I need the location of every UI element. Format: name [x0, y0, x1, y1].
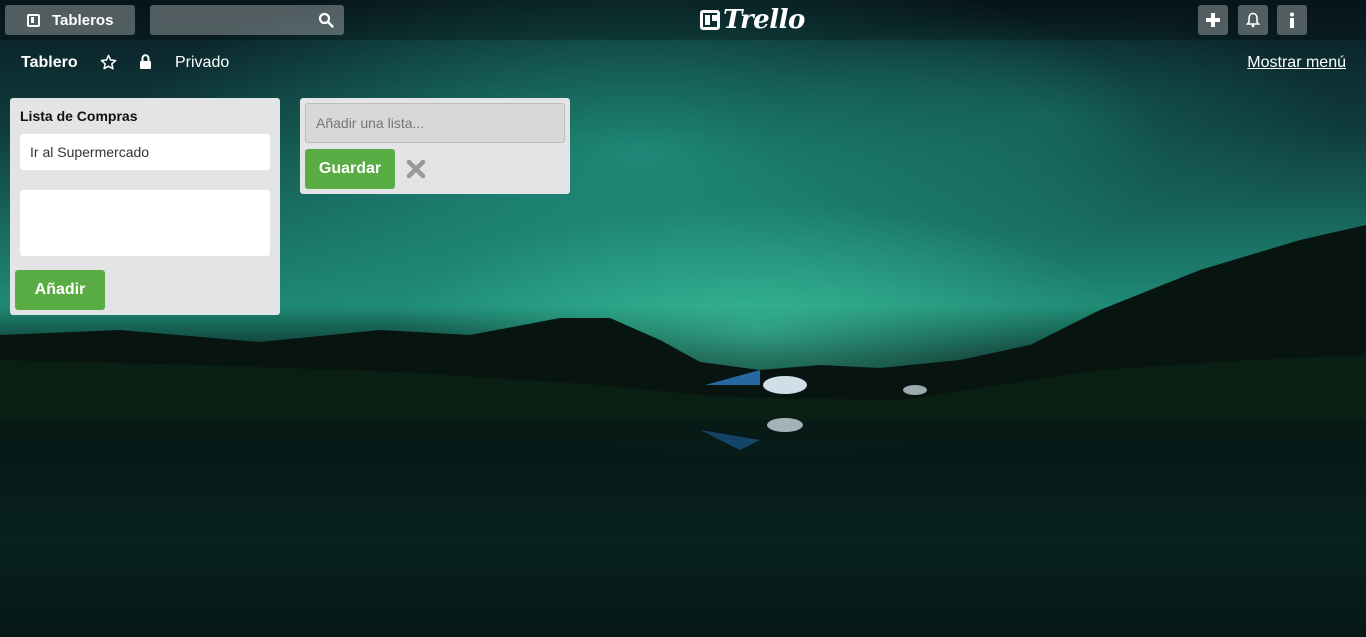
aurora-background: [0, 0, 1366, 637]
bell-icon: [1245, 12, 1261, 28]
add-card-button[interactable]: Añadir: [15, 270, 105, 310]
list-shopping: Lista de Compras Ir al Supermercado Añad…: [10, 98, 280, 315]
privacy-label[interactable]: Privado: [175, 54, 229, 72]
list-title[interactable]: Lista de Compras: [20, 108, 137, 124]
add-list-composer: Guardar: [300, 98, 570, 194]
boards-button[interactable]: Tableros: [5, 5, 135, 35]
lock-icon: [140, 54, 151, 69]
plus-icon: [1206, 13, 1220, 27]
info-icon: [1290, 12, 1294, 28]
save-list-button[interactable]: Guardar: [305, 149, 395, 189]
top-bar: Tableros Trello: [0, 0, 1366, 40]
card-composer-input[interactable]: [20, 190, 270, 256]
boards-button-label: Tableros: [52, 11, 114, 29]
trello-logo-icon: [700, 10, 720, 30]
star-icon[interactable]: [100, 54, 117, 71]
search-input[interactable]: [150, 5, 310, 35]
close-icon[interactable]: [405, 158, 427, 180]
show-menu-link[interactable]: Mostrar menú: [1247, 54, 1346, 72]
info-button[interactable]: [1277, 5, 1307, 35]
boards-icon: [27, 13, 40, 27]
search-box: [150, 5, 344, 35]
card[interactable]: Ir al Supermercado: [20, 134, 270, 170]
list-name-input[interactable]: [305, 103, 565, 143]
trello-logo[interactable]: Trello: [700, 5, 805, 35]
add-button[interactable]: [1198, 5, 1228, 35]
board-header: Tablero Privado Mostrar menú: [0, 40, 1366, 86]
landscape-illustration: [0, 225, 1366, 637]
search-icon[interactable]: [318, 12, 334, 28]
notifications-button[interactable]: [1238, 5, 1268, 35]
board-title[interactable]: Tablero: [21, 54, 78, 72]
logo-text: Trello: [723, 5, 805, 35]
